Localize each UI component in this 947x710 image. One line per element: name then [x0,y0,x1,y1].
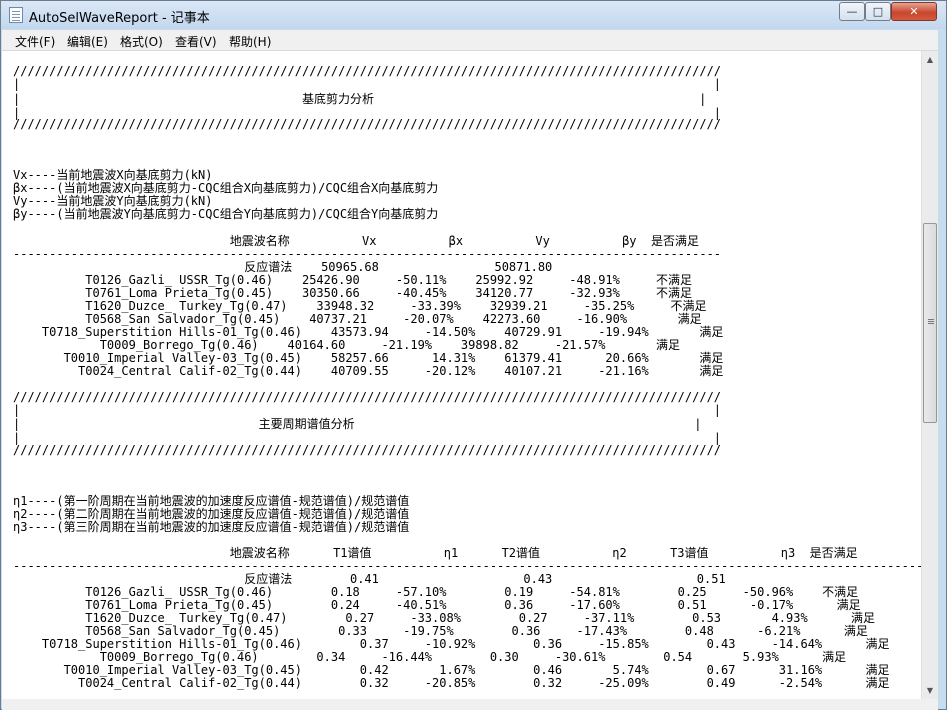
scroll-down-arrow-icon[interactable]: ▼ [922,682,938,699]
notepad-icon [9,7,23,23]
text-editor-area[interactable]: ////////////////////////////////////////… [2,51,921,699]
menu-edit[interactable]: 编辑(E) [67,33,108,50]
section-title-base-shear: | 基底剪力分析 | [13,92,707,106]
menu-format[interactable]: 格式(O) [120,33,163,50]
window-title: AutoSelWaveReport - 记事本 [29,11,210,26]
table-row: T0024_Central Calif-02_Tg(0.44) 0.32 -20… [13,676,890,690]
legend-line: βy----(当前地震波Y向基底剪力-CQC组合Y向基底剪力)/CQC组合Y向基… [13,207,439,221]
scroll-up-arrow-icon[interactable]: ▲ [922,51,938,68]
menu-file[interactable]: 文件(F) [15,33,55,50]
text-line: ////////////////////////////////////////… [13,117,722,131]
minimize-button[interactable]: — [839,2,865,21]
section-title-period-spectrum: | 主要周期谱值分析 | [13,417,702,431]
menu-help[interactable]: 帮助(H) [229,33,271,50]
table-row: T0024_Central Calif-02_Tg(0.44) 40709.55… [13,364,724,378]
bottom-frame [2,699,938,710]
text-line: ////////////////////////////////////////… [13,443,722,457]
close-button[interactable]: ✕ [891,2,937,21]
text-line: | | [13,403,722,417]
grip-icon [928,319,934,320]
vertical-scrollbar[interactable]: ▲ ▼ [921,51,938,699]
scrollbar-thumb[interactable] [923,223,937,423]
notepad-window: AutoSelWaveReport - 记事本 — □ ✕ 文件(F) 编辑(E… [0,0,947,710]
legend-line: η3----(第三阶周期在当前地震波的加速度反应谱值-规范谱值)/规范谱值 [13,520,410,534]
menu-bar: 文件(F) 编辑(E) 格式(O) 查看(V) 帮助(H) [2,30,938,51]
title-bar[interactable]: AutoSelWaveReport - 记事本 — □ ✕ [1,1,946,29]
text-line: | | [13,77,722,91]
maximize-button[interactable]: □ [865,2,891,21]
menu-view[interactable]: 查看(V) [175,33,217,50]
